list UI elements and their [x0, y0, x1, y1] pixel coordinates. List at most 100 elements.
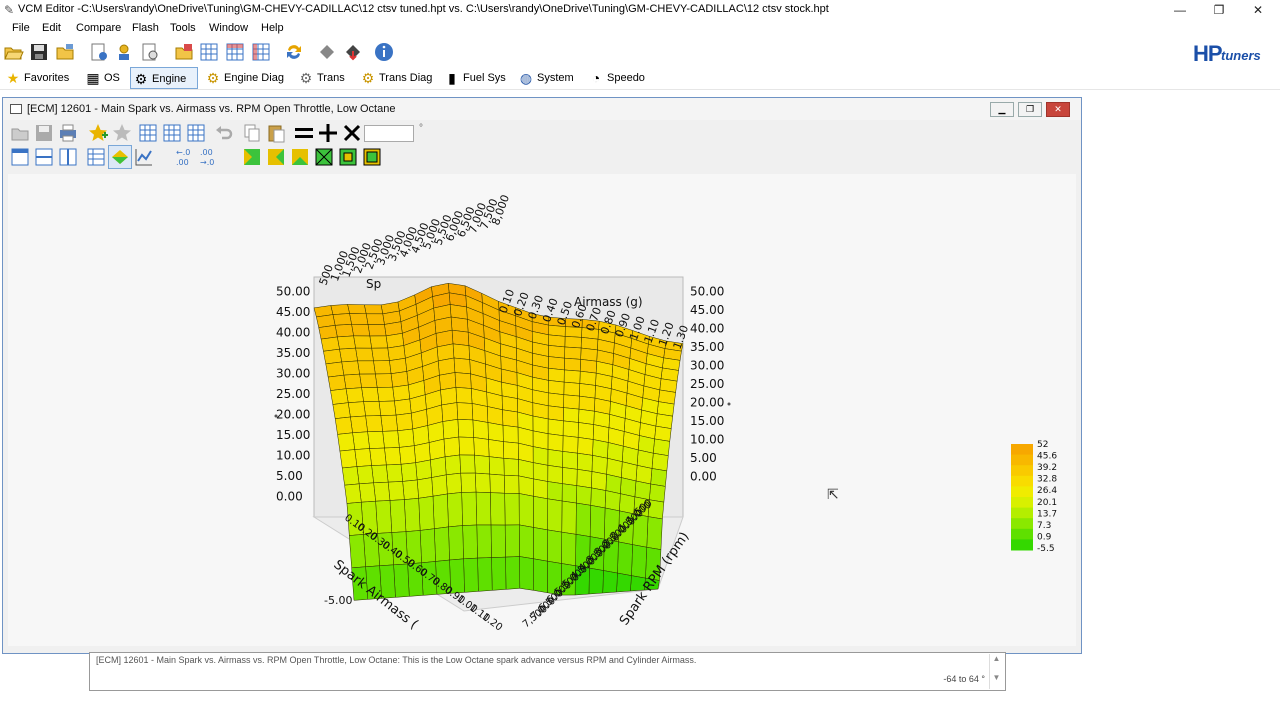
surface-plot-area[interactable]: 0.00 0.00 5.00 5.00 10.00 10.00 15.00 15.00 20.0… — [8, 174, 1076, 646]
surface-cell — [563, 407, 580, 423]
category-fuel-sys[interactable]: ▮ Fuel Sys — [442, 67, 506, 89]
scroll-up-icon[interactable]: ▲ — [990, 654, 1003, 663]
table-compare-icon[interactable] — [161, 122, 183, 144]
surface-cell — [440, 387, 458, 406]
surface-cell — [578, 395, 596, 412]
child-restore-button[interactable]: ❐ — [1018, 102, 1042, 117]
value-input[interactable] — [364, 125, 414, 142]
surface-cell — [488, 439, 505, 459]
open-icon[interactable] — [9, 122, 31, 144]
read-device-icon[interactable] — [316, 41, 338, 63]
rotate-right-icon[interactable] — [265, 146, 287, 168]
menu-help[interactable]: Help — [261, 22, 284, 34]
open-folder-icon[interactable] — [2, 41, 24, 63]
table-grid-icon[interactable] — [85, 146, 107, 168]
decrease-decimal-icon[interactable]: ←.0.00 — [175, 146, 197, 168]
category-trans-diag[interactable]: ⚙ Trans Diag — [358, 67, 433, 89]
sync-icon[interactable] — [283, 41, 305, 63]
rotate-up-icon[interactable] — [289, 146, 311, 168]
increase-decimal-icon[interactable]: .00→.0 — [199, 146, 221, 168]
category-system[interactable]: ◍ System — [516, 67, 574, 89]
table-icon[interactable] — [137, 122, 159, 144]
z-tick-right: 20.00 — [690, 396, 724, 410]
table-view-icon[interactable] — [198, 41, 220, 63]
surface-cell — [327, 374, 347, 391]
open-recent-icon[interactable] — [54, 41, 76, 63]
surface-cell — [472, 419, 489, 440]
airmass-tick-front: 1.20 — [480, 612, 504, 634]
save-icon[interactable] — [28, 41, 50, 63]
menu-window[interactable]: Window — [209, 22, 248, 34]
surface-cell — [352, 431, 370, 450]
category-favorites[interactable]: ★ Favorites — [3, 67, 70, 89]
save-icon[interactable] — [33, 122, 55, 144]
surface-cell — [455, 387, 473, 404]
add-favorite-icon[interactable] — [87, 122, 109, 144]
close-button[interactable]: ✕ — [1238, 0, 1278, 20]
line-chart-icon[interactable] — [133, 146, 155, 168]
surface-cell — [378, 400, 397, 416]
category-os[interactable]: ▦ OS — [83, 67, 120, 89]
child-minimize-button[interactable]: ▁ — [990, 102, 1014, 117]
rotate-left-icon[interactable] — [241, 146, 263, 168]
category-engine[interactable]: ⚙ Engine — [130, 67, 198, 89]
equals-icon[interactable] — [293, 122, 315, 144]
write-device-icon[interactable] — [342, 41, 364, 63]
menu-tools[interactable]: Tools — [170, 22, 196, 34]
remove-favorite-icon[interactable] — [111, 122, 133, 144]
scroll-down-icon[interactable]: ▼ — [990, 673, 1003, 682]
restore-button[interactable]: ❐ — [1199, 0, 1239, 20]
category-engine-diag[interactable]: ⚙ Engine Diag — [203, 67, 284, 89]
table-diff-icon[interactable] — [250, 41, 272, 63]
surface-cell — [325, 361, 345, 378]
print-icon[interactable] — [57, 122, 79, 144]
minimize-button[interactable]: — — [1160, 0, 1200, 20]
description-scrollbar[interactable]: ▲ ▼ — [989, 654, 1003, 689]
multiply-icon[interactable] — [341, 122, 363, 144]
surface-cell — [373, 360, 392, 375]
surface-cell — [431, 474, 448, 497]
table-compare-icon[interactable] — [224, 41, 246, 63]
copy-icon[interactable] — [241, 122, 263, 144]
surface-plot[interactable]: 0.00 0.00 5.00 5.00 10.00 10.00 15.00 15.00 20.0… — [8, 174, 1076, 646]
key-user-icon[interactable] — [113, 41, 135, 63]
surface-cell — [592, 439, 609, 459]
vehicle-info-icon[interactable] — [88, 41, 110, 63]
info-icon[interactable] — [373, 41, 395, 63]
zoom-out-icon[interactable] — [361, 146, 383, 168]
surface-cell — [318, 325, 338, 340]
surface-cell — [389, 499, 407, 533]
surface-cell — [371, 464, 389, 484]
surface-cell — [337, 335, 356, 350]
surface-cell — [547, 498, 563, 533]
surface-cell — [444, 454, 461, 476]
plus-icon[interactable] — [317, 122, 339, 144]
z-tick-left: 5.00 — [276, 469, 303, 483]
category-trans[interactable]: ⚙ Trans — [296, 67, 345, 89]
surface-cell — [474, 472, 491, 493]
zoom-fit-icon[interactable] — [313, 146, 335, 168]
folder-table-icon[interactable] — [173, 41, 195, 63]
undo-icon[interactable] — [213, 122, 235, 144]
category-speedo[interactable]: ◔ Speedo — [586, 67, 645, 89]
surface-cell — [634, 480, 651, 501]
child-close-button[interactable]: ✕ — [1046, 102, 1070, 117]
3d-surface-icon[interactable] — [108, 145, 132, 169]
surface-cell — [547, 418, 564, 436]
paste-icon[interactable] — [265, 122, 287, 144]
menu-file[interactable]: File — [12, 22, 30, 34]
z-tick-right: 30.00 — [690, 359, 724, 373]
surface-cell — [579, 359, 597, 374]
vertical-split-icon[interactable] — [57, 146, 79, 168]
compare-file-icon[interactable] — [139, 41, 161, 63]
table-diff-icon[interactable] — [185, 122, 207, 144]
surface-cell — [577, 437, 594, 456]
menu-flash[interactable]: Flash — [132, 22, 159, 34]
surface-cell — [450, 316, 469, 333]
single-view-icon[interactable] — [9, 146, 31, 168]
horizontal-split-icon[interactable] — [33, 146, 55, 168]
zoom-in-icon[interactable] — [337, 146, 359, 168]
menu-edit[interactable]: Edit — [42, 22, 61, 34]
z-tick-left: 15.00 — [276, 428, 310, 442]
menu-compare[interactable]: Compare — [76, 22, 121, 34]
